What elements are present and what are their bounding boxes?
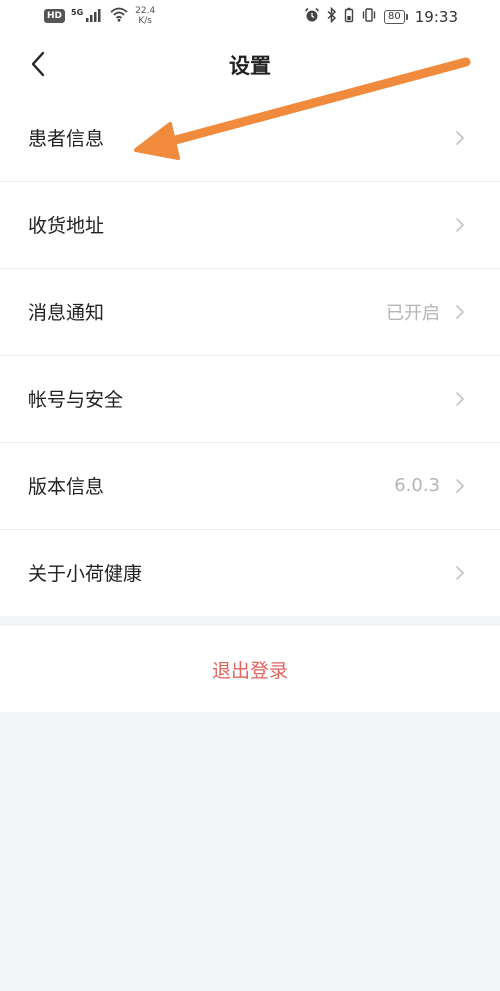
settings-item-value: 已开启 (386, 302, 440, 324)
settings-item-label: 关于小荷健康 (28, 563, 143, 585)
vibrate-icon (361, 7, 377, 27)
settings-item-shipping-address[interactable]: 收货地址 (0, 181, 500, 268)
hd-badge: HD (44, 9, 66, 23)
chevron-right-icon (454, 303, 466, 321)
logout-button[interactable]: 退出登录 (0, 626, 500, 712)
chevron-right-icon (454, 216, 466, 234)
settings-item-about[interactable]: 关于小荷健康 (0, 529, 500, 616)
network-speed-value: 22.4 (135, 6, 156, 16)
settings-list: 患者信息 收货地址 消息通知 已开启 帐号与安全 版本信息 6.0.3 关于小荷… (0, 94, 500, 616)
navigation-header: 设置 (0, 36, 500, 94)
battery-level: 80 (384, 10, 405, 24)
battery-cap (405, 14, 408, 20)
settings-item-notifications[interactable]: 消息通知 已开启 (0, 268, 500, 355)
settings-item-patient-info[interactable]: 患者信息 (0, 94, 500, 181)
network-speed-unit: K/s (138, 16, 152, 26)
logout-label: 退出登录 (211, 659, 288, 682)
page-title: 设置 (229, 54, 271, 78)
settings-item-label: 版本信息 (28, 476, 105, 498)
status-time: 19:33 (414, 8, 458, 26)
status-bar-right: 80 19:33 (304, 6, 458, 27)
alarm-icon (304, 7, 320, 27)
network-speed: 22.4 K/s (135, 6, 155, 26)
status-bar-left: HD 5G 22.4 K/s (44, 6, 155, 26)
settings-item-account-security[interactable]: 帐号与安全 (0, 355, 500, 442)
settings-screen: HD 5G 22.4 K/s 80 19:33 设置 患者信息 收货地址 消息通… (0, 0, 500, 991)
network-type-label: 5G (71, 7, 84, 17)
status-bar: HD 5G 22.4 K/s 80 19:33 (0, 0, 500, 36)
bluetooth-icon (327, 6, 337, 27)
chevron-right-icon (454, 564, 466, 582)
settings-item-label: 患者信息 (28, 128, 105, 150)
signal-icon (85, 7, 103, 26)
chevron-right-icon (454, 477, 466, 495)
settings-item-version-info[interactable]: 版本信息 6.0.3 (0, 442, 500, 529)
chevron-right-icon (454, 129, 466, 147)
chevron-right-icon (454, 390, 466, 408)
settings-item-label: 帐号与安全 (28, 389, 124, 411)
battery-icon: 80 (384, 10, 408, 24)
settings-item-value: 6.0.3 (394, 475, 440, 496)
battery-saver-icon (344, 7, 354, 27)
settings-item-label: 收货地址 (28, 215, 105, 237)
settings-item-label: 消息通知 (28, 302, 105, 324)
wifi-icon (109, 7, 129, 26)
